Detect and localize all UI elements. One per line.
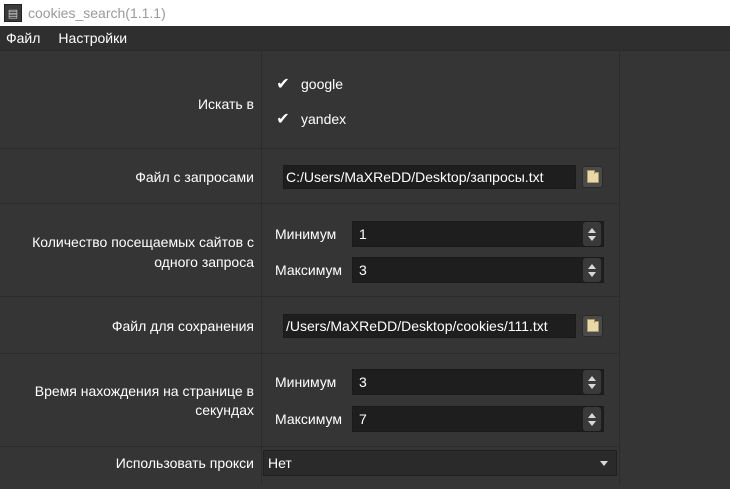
save-file-browse-button[interactable] (582, 315, 603, 337)
time-min-label: Минимум (275, 374, 337, 390)
google-label: google (301, 76, 344, 92)
yandex-label: yandex (301, 111, 347, 127)
sites-min-label: Минимум (275, 226, 337, 242)
sites-max-value[interactable]: 3 (353, 262, 583, 278)
menu-file[interactable]: Файл (0, 26, 49, 51)
google-checkbox[interactable]: ✔ (275, 76, 291, 93)
row-divider (0, 446, 619, 447)
queries-file-label: Файл с запросами (135, 169, 254, 185)
arrow-down-icon[interactable] (588, 383, 596, 389)
queries-file-input[interactable]: C:/Users/MaXReDD/Desktop/запросы.txt (283, 165, 576, 189)
time-max-spinbox[interactable]: 7 (352, 406, 604, 432)
queries-file-browse-button[interactable] (582, 166, 603, 188)
save-file-label: Файл для сохранения (111, 318, 254, 334)
folder-icon (586, 169, 599, 183)
time-on-page-label-line2: секундах (195, 402, 254, 418)
menu-settings[interactable]: Настройки (49, 26, 136, 51)
yandex-checkbox-row[interactable]: ✔ yandex (275, 111, 347, 128)
sites-min-stepper[interactable] (583, 222, 601, 246)
time-min-stepper[interactable] (583, 370, 601, 394)
sites-max-spinbox[interactable]: 3 (352, 257, 604, 283)
title-bar: ▤ cookies_search(1.1.1) (0, 0, 730, 26)
time-max-value[interactable]: 7 (353, 411, 583, 427)
arrow-up-icon[interactable] (588, 263, 596, 269)
column-divider (619, 51, 620, 485)
row-divider (0, 148, 619, 149)
column-divider (261, 51, 262, 485)
sites-per-query-label-line2: одного запроса (154, 254, 254, 270)
arrow-down-icon[interactable] (588, 235, 596, 241)
arrow-up-icon[interactable] (588, 227, 596, 233)
row-divider (0, 296, 619, 297)
sites-per-query-label-line1: Количество посещаемых сайтов с (32, 234, 254, 250)
arrow-down-icon[interactable] (588, 271, 596, 277)
time-min-spinbox[interactable]: 3 (352, 369, 604, 395)
chevron-down-icon[interactable] (600, 460, 608, 466)
app-icon: ▤ (4, 4, 22, 22)
save-file-input[interactable]: /Users/MaXReDD/Desktop/cookies/111.txt (283, 314, 576, 338)
time-max-label: Максимум (275, 411, 342, 427)
time-min-value[interactable]: 3 (353, 374, 583, 390)
proxy-select-value[interactable]: Нет (264, 455, 600, 471)
settings-form: Искать в ✔ google ✔ yandex Файл с запрос… (0, 51, 730, 489)
arrow-up-icon[interactable] (588, 375, 596, 381)
arrow-down-icon[interactable] (588, 420, 596, 426)
google-checkbox-row[interactable]: ✔ google (275, 76, 344, 93)
proxy-select[interactable]: Нет (263, 450, 617, 476)
search-in-label: Искать в (197, 96, 254, 112)
proxy-label: Использовать прокси (115, 455, 254, 471)
row-divider (0, 353, 619, 354)
arrow-up-icon[interactable] (588, 412, 596, 418)
window-title: cookies_search(1.1.1) (28, 5, 166, 21)
time-on-page-label-line1: Время нахождения на странице в (34, 383, 254, 399)
time-max-stepper[interactable] (583, 407, 601, 431)
row-divider (0, 203, 619, 204)
sites-min-value[interactable]: 1 (353, 226, 583, 242)
sites-max-stepper[interactable] (583, 258, 601, 282)
menu-bar: Файл Настройки (0, 26, 730, 51)
yandex-checkbox[interactable]: ✔ (275, 111, 291, 128)
folder-icon (586, 318, 599, 332)
sites-max-label: Максимум (275, 262, 342, 278)
sites-min-spinbox[interactable]: 1 (352, 221, 604, 247)
